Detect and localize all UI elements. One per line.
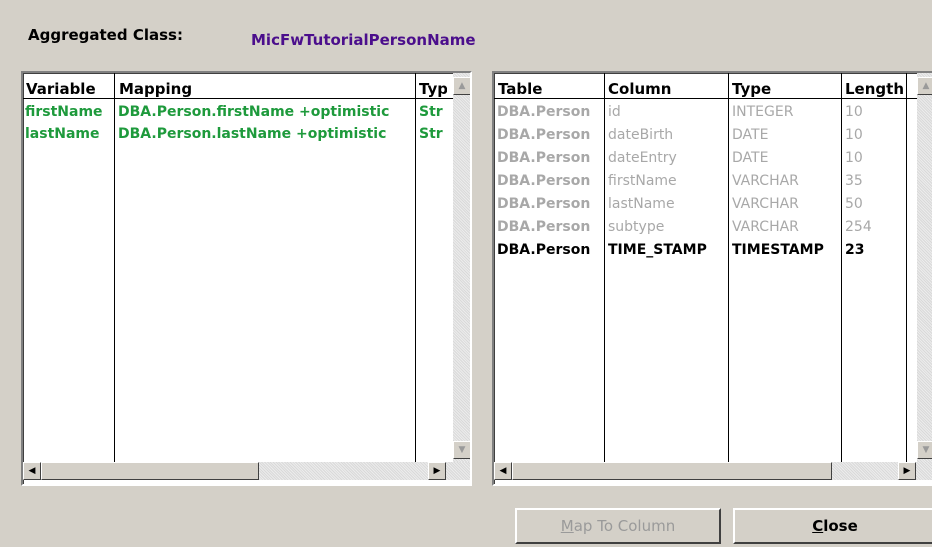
column-header-table[interactable]: Table xyxy=(498,80,542,98)
length-cell: 35 xyxy=(845,173,863,189)
aggregated-class-label: Aggregated Class: xyxy=(28,26,183,44)
type-cell: DATE xyxy=(732,127,769,143)
column-name-cell: TIME_STAMP xyxy=(608,242,707,258)
horizontal-scrollbar[interactable]: ◀ ▶ xyxy=(23,462,470,480)
scroll-right-arrow-icon[interactable]: ▶ xyxy=(428,462,446,480)
column-header-length[interactable]: Length xyxy=(845,80,904,98)
close-button[interactable]: Close xyxy=(733,508,932,544)
table-cell: DBA.Person xyxy=(497,219,591,235)
column-table[interactable]: Table Column Type Length DBA.Person id INT… xyxy=(492,71,932,486)
table-cell: DBA.Person xyxy=(497,196,591,212)
table-cell: DBA.Person xyxy=(497,127,591,143)
scroll-up-arrow-icon[interactable]: ▲ xyxy=(917,77,932,95)
scroll-thumb[interactable] xyxy=(512,462,832,480)
vertical-scrollbar[interactable]: ▲ ▼ xyxy=(453,73,470,462)
length-cell: 10 xyxy=(845,150,863,166)
type-cell: INTEGER xyxy=(732,104,794,120)
table-cell: DBA.Person xyxy=(497,150,591,166)
type-cell: VARCHAR xyxy=(732,219,799,235)
table-cell: DBA.Person xyxy=(497,242,591,258)
scroll-up-arrow-icon[interactable]: ▲ xyxy=(453,77,470,95)
table-cell: DBA.Person xyxy=(497,173,591,189)
type-cell: Str xyxy=(419,104,443,120)
column-header-type[interactable]: Typ xyxy=(419,80,447,98)
column-name-cell: dateBirth xyxy=(608,127,674,143)
column-name-cell: subtype xyxy=(608,219,665,235)
scroll-right-arrow-icon[interactable]: ▶ xyxy=(898,462,916,480)
table-cell: DBA.Person xyxy=(497,104,591,120)
column-header-type[interactable]: Type xyxy=(732,80,771,98)
column-name-cell: id xyxy=(608,104,621,120)
scroll-left-arrow-icon[interactable]: ◀ xyxy=(23,462,41,480)
column-header-mapping[interactable]: Mapping xyxy=(119,80,192,98)
mapping-cell: DBA.Person.lastName +optimistic xyxy=(118,126,387,142)
map-to-column-button[interactable]: Map To Column xyxy=(515,508,721,544)
variable-cell: lastName xyxy=(25,126,100,142)
column-name-cell: lastName xyxy=(608,196,675,212)
type-cell: Str xyxy=(419,126,443,142)
horizontal-scrollbar[interactable]: ◀ ▶ xyxy=(494,462,932,480)
close-accelerator: C xyxy=(812,517,824,535)
scroll-left-arrow-icon[interactable]: ◀ xyxy=(494,462,512,480)
aggregated-class-value: MicFwTutorialPersonName xyxy=(251,31,476,49)
length-cell: 10 xyxy=(845,127,863,143)
length-cell: 50 xyxy=(845,196,863,212)
type-cell: DATE xyxy=(732,150,769,166)
column-header-variable[interactable]: Variable xyxy=(26,80,96,98)
column-name-cell: firstName xyxy=(608,173,677,189)
variable-cell: firstName xyxy=(25,104,103,120)
mapping-cell: DBA.Person.firstName +optimistic xyxy=(118,104,390,120)
vertical-scrollbar[interactable]: ▲ ▼ xyxy=(917,73,932,462)
length-cell: 23 xyxy=(845,242,865,258)
map-to-column-accelerator: M xyxy=(560,517,574,535)
scroll-thumb[interactable] xyxy=(41,462,259,480)
map-to-column-label-post: ap To Column xyxy=(573,517,676,535)
column-name-cell: dateEntry xyxy=(608,150,677,166)
type-cell: VARCHAR xyxy=(732,173,799,189)
type-cell: VARCHAR xyxy=(732,196,799,212)
length-cell: 10 xyxy=(845,104,863,120)
scroll-down-arrow-icon[interactable]: ▼ xyxy=(917,441,932,459)
scroll-down-arrow-icon[interactable]: ▼ xyxy=(453,441,470,459)
length-cell: 254 xyxy=(845,219,872,235)
mapping-table[interactable]: Variable Mapping Typ firstName DBA.Perso… xyxy=(21,71,472,486)
column-header-column[interactable]: Column xyxy=(608,80,671,98)
close-label-post: lose xyxy=(823,517,858,535)
type-cell: TIMESTAMP xyxy=(732,242,824,258)
